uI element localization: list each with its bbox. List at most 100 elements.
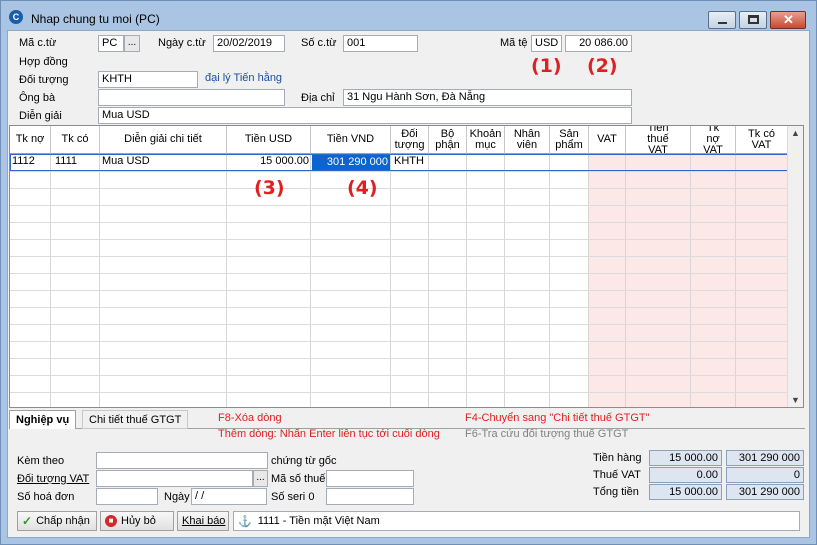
col-header-doi-tuong[interactable]: Đối tượng: [391, 126, 429, 154]
col-header-tien-usd[interactable]: Tiền USD: [227, 126, 311, 154]
col-body: [391, 154, 429, 407]
ngay-label: Ngày: [164, 491, 190, 503]
kem-theo-label: Kèm theo: [17, 455, 65, 467]
khai-bao-label: Khai báo: [182, 515, 226, 527]
maximize-button[interactable]: [739, 11, 767, 29]
ma-te-input[interactable]: USD: [531, 35, 562, 52]
tab-nghiep-vu[interactable]: Nghiệp vụ: [9, 410, 77, 429]
col-header-dien-giai[interactable]: Diễn giải chi tiết: [100, 126, 227, 154]
thue-vat-vnd: 0: [726, 467, 804, 483]
grid-row-line: [10, 307, 788, 308]
status-bar: ⚓ 1111 - Tiền mặt Việt Nam: [233, 511, 800, 531]
tien-hang-usd: 15 000.00: [649, 450, 722, 466]
grid-row-line: [10, 188, 788, 189]
col-header-tien-thue-vat[interactable]: Tiền thuế VAT: [626, 126, 691, 156]
col-header-tien-vnd[interactable]: Tiền VND: [311, 126, 391, 154]
ngay-ct-input[interactable]: 20/02/2019: [213, 35, 285, 52]
col-header-tk-co-vat[interactable]: Tk có VAT: [736, 126, 788, 154]
accept-button[interactable]: ✓ Chấp nhận: [17, 511, 97, 531]
grid-row-line: [10, 171, 788, 172]
so-seri-input[interactable]: [326, 488, 414, 505]
scroll-down-icon[interactable]: ▼: [791, 395, 800, 405]
cell-doi-tuong[interactable]: KHTH: [392, 154, 426, 170]
col-body: [550, 154, 589, 407]
thue-vat-label: Thuế VAT: [593, 469, 641, 481]
maximize-icon: [748, 15, 759, 24]
cell-tk-co[interactable]: 1111: [53, 154, 79, 170]
dien-giai-input[interactable]: Mua USD: [98, 107, 632, 124]
so-hoa-don-input[interactable]: [96, 488, 158, 505]
tong-tien-label: Tổng tiền: [593, 486, 639, 498]
ty-gia-input[interactable]: 20 086.00: [565, 35, 632, 52]
ma-so-thue-label: Mã số thuế: [271, 473, 326, 485]
status-text: 1111 - Tiền mặt Việt Nam: [257, 515, 380, 527]
tong-tien-usd: 15 000.00: [649, 484, 722, 500]
scroll-up-icon[interactable]: ▲: [791, 128, 800, 138]
col-header-nhan-vien[interactable]: Nhân viên: [505, 126, 550, 154]
accept-label: Chấp nhận: [36, 515, 90, 527]
grid-vertical-scrollbar[interactable]: ▲ ▼: [787, 126, 803, 407]
ngay-input[interactable]: / /: [191, 488, 267, 505]
chung-tu-goc-label: chứng từ gốc: [271, 455, 337, 467]
col-header-tk-no[interactable]: Tk nợ: [10, 126, 51, 154]
col-body-vat: [736, 154, 788, 407]
entry-grid[interactable]: Tk nợ Tk có Diễn giải chi tiết Tiền USD …: [9, 125, 804, 408]
grid-row-line: [10, 324, 788, 325]
annotation-2: (2): [587, 55, 618, 77]
cell-dien-giai[interactable]: Mua USD: [100, 154, 152, 170]
title-bar[interactable]: C Nhap chung tu moi (PC) ✕: [1, 1, 816, 31]
col-body: [10, 154, 51, 407]
ma-ct-label: Mã c.từ: [19, 37, 57, 49]
ma-ct-browse-button[interactable]: ...: [124, 35, 140, 52]
tab-chi-tiet-thue[interactable]: Chi tiết thuế GTGT: [82, 410, 189, 429]
hint-f8: F8-Xóa dòng: [218, 412, 282, 424]
col-header-tk-no-vat[interactable]: Tk nợ VAT: [691, 126, 736, 156]
minimize-button[interactable]: [708, 11, 736, 29]
col-header-san-pham[interactable]: Sản phẩm: [550, 126, 589, 154]
col-header-vat[interactable]: VAT: [589, 126, 626, 154]
dia-chi-input[interactable]: 31 Ngu Hành Sơn, Đà Nẵng: [343, 89, 632, 106]
close-icon: ✕: [783, 12, 794, 27]
col-body: [505, 154, 550, 407]
cell-tien-usd[interactable]: 15 000.00: [227, 154, 311, 170]
col-body-vat: [589, 154, 626, 407]
col-header-tk-co[interactable]: Tk có: [51, 126, 100, 154]
ong-ba-input[interactable]: [98, 89, 285, 106]
grid-row-line: [10, 273, 788, 274]
hop-dong-label: Hợp đồng: [19, 56, 68, 68]
grid-row-line: [10, 205, 788, 206]
close-button[interactable]: ✕: [770, 11, 806, 29]
col-body: [51, 154, 100, 407]
so-seri-label-text: Số seri: [271, 491, 306, 503]
col-body: [429, 154, 467, 407]
anchor-icon: ⚓: [238, 515, 252, 528]
grid-row-line: [10, 341, 788, 342]
doi-tuong-vat-input[interactable]: [96, 470, 253, 487]
doi-tuong-input[interactable]: KHTH: [98, 71, 198, 88]
so-ct-input[interactable]: 001: [343, 35, 418, 52]
grid-row-line: [10, 392, 788, 393]
col-body-vat: [626, 154, 691, 407]
hint-f4: F4-Chuyển sang "Chi tiết thuế GTGT": [465, 412, 650, 424]
cell-tien-vnd[interactable]: 301 290 000: [312, 155, 390, 170]
dia-chi-label: Địa chỉ: [301, 92, 335, 104]
grid-row-line: [10, 222, 788, 223]
so-seri-label: Số seri 0: [271, 491, 314, 503]
cancel-label: Hủy bỏ: [121, 515, 156, 527]
so-seri-value: 0: [308, 491, 315, 503]
doi-tuong-name-link[interactable]: đại lý Tiến hằng: [205, 72, 282, 84]
doi-tuong-vat-browse-button[interactable]: ...: [253, 470, 268, 487]
so-hoa-don-label: Số hoá đơn: [17, 491, 75, 503]
cell-tk-no[interactable]: 1112: [10, 154, 37, 170]
col-header-bo-phan[interactable]: Bộ phận: [429, 126, 467, 154]
checkmark-icon: ✓: [22, 514, 33, 528]
ong-ba-label: Ông bà: [19, 92, 56, 104]
annotation-4: (4): [347, 177, 378, 199]
ma-ct-input[interactable]: PC: [98, 35, 124, 52]
khai-bao-button[interactable]: Khai báo: [177, 511, 229, 531]
annotation-1: (1): [531, 55, 562, 77]
col-header-khoan-muc[interactable]: Khoản mục: [467, 126, 505, 154]
ma-so-thue-input[interactable]: [326, 470, 414, 487]
kem-theo-input[interactable]: [96, 452, 268, 469]
cancel-button[interactable]: ■ Hủy bỏ: [100, 511, 174, 531]
